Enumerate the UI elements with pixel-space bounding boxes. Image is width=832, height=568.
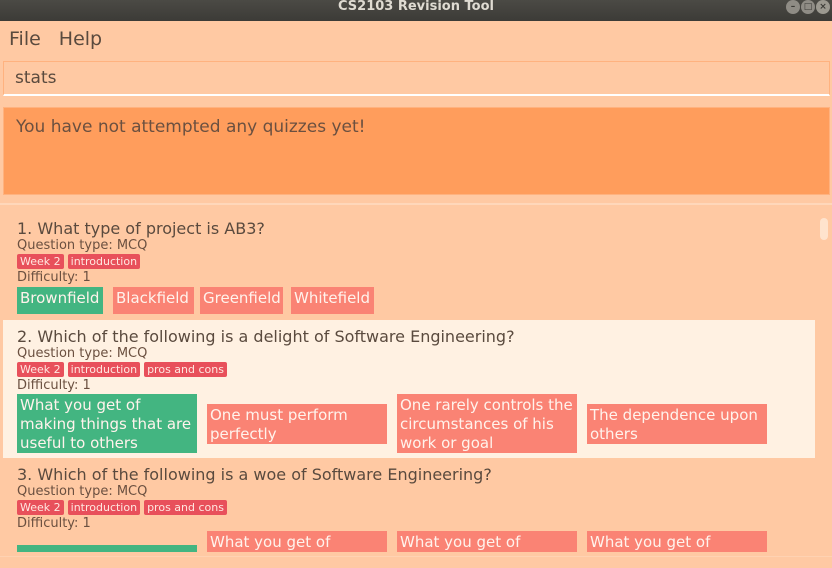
divider [0,203,832,205]
tag: introduction [67,254,141,269]
tag: introduction [67,362,141,377]
question-difficulty: Difficulty: 1 [17,516,91,531]
tag: introduction [67,500,141,515]
question-card[interactable]: 2. Which of the following is a delight o… [3,320,815,458]
result-message: You have not attempted any quizzes yet! [16,117,366,137]
question-tags: Week 2 introduction [17,254,141,269]
question-card[interactable]: 3. Which of the following is a woe of So… [3,458,815,552]
question-list[interactable]: 1. What type of project is AB3? Question… [3,212,830,552]
tag: pros and cons [144,362,227,377]
answer-options: What you get of What you get of What you… [17,531,767,552]
question-card[interactable]: 1. What type of project is AB3? Question… [3,212,815,320]
question-type: Question type: MCQ [17,346,148,361]
question-difficulty: Difficulty: 1 [17,378,91,393]
command-input[interactable] [4,62,829,94]
answer-option-correct[interactable]: Brownfield [17,287,103,314]
menu-bar: File Help [0,21,832,56]
answer-option[interactable]: What you get of [397,531,577,552]
menu-file[interactable]: File [9,26,41,52]
answer-option[interactable]: One must perform perfectly [207,403,387,444]
question-title: 1. What type of project is AB3? [17,219,265,238]
question-title: 2. Which of the following is a delight o… [17,327,515,346]
menu-help[interactable]: Help [59,26,102,52]
window-title: CS2103 Revision Tool [338,0,494,14]
question-type: Question type: MCQ [17,238,148,253]
question-tags: Week 2 introduction pros and cons [17,362,227,377]
question-type: Question type: MCQ [17,484,148,499]
answer-option[interactable]: What you get of [587,531,767,552]
answer-option[interactable]: Whitefield [291,287,374,314]
result-display: You have not attempted any quizzes yet! [3,107,830,195]
answer-option[interactable]: Greenfield [200,287,283,314]
question-tags: Week 2 introduction pros and cons [17,500,227,515]
tag: Week 2 [17,254,64,269]
tag: Week 2 [17,500,64,515]
maximize-icon[interactable]: □ [801,0,815,14]
minimize-icon[interactable]: – [786,0,800,14]
answer-option[interactable]: The dependence upon others [587,403,767,444]
tag: pros and cons [144,500,227,515]
question-title: 3. Which of the following is a woe of So… [17,465,492,484]
status-bar [0,556,832,568]
command-box [3,61,830,96]
answer-option[interactable]: One rarely controls the circumstances of… [397,394,577,453]
scrollbar[interactable] [818,212,830,552]
close-icon[interactable]: × [816,0,830,14]
window-controls: – □ × [786,0,830,14]
question-difficulty: Difficulty: 1 [17,270,91,285]
window-titlebar: CS2103 Revision Tool – □ × [0,0,832,21]
answer-options: What you get of making things that are u… [17,394,767,453]
answer-option[interactable]: What you get of [207,531,387,552]
answer-option[interactable]: Blackfield [113,287,194,314]
answer-option-correct[interactable] [17,545,197,552]
answer-option-correct[interactable]: What you get of making things that are u… [17,394,197,453]
answer-options: Brownfield Blackfield Greenfield Whitefi… [17,287,374,314]
tag: Week 2 [17,362,64,377]
scrollbar-thumb[interactable] [820,218,828,240]
